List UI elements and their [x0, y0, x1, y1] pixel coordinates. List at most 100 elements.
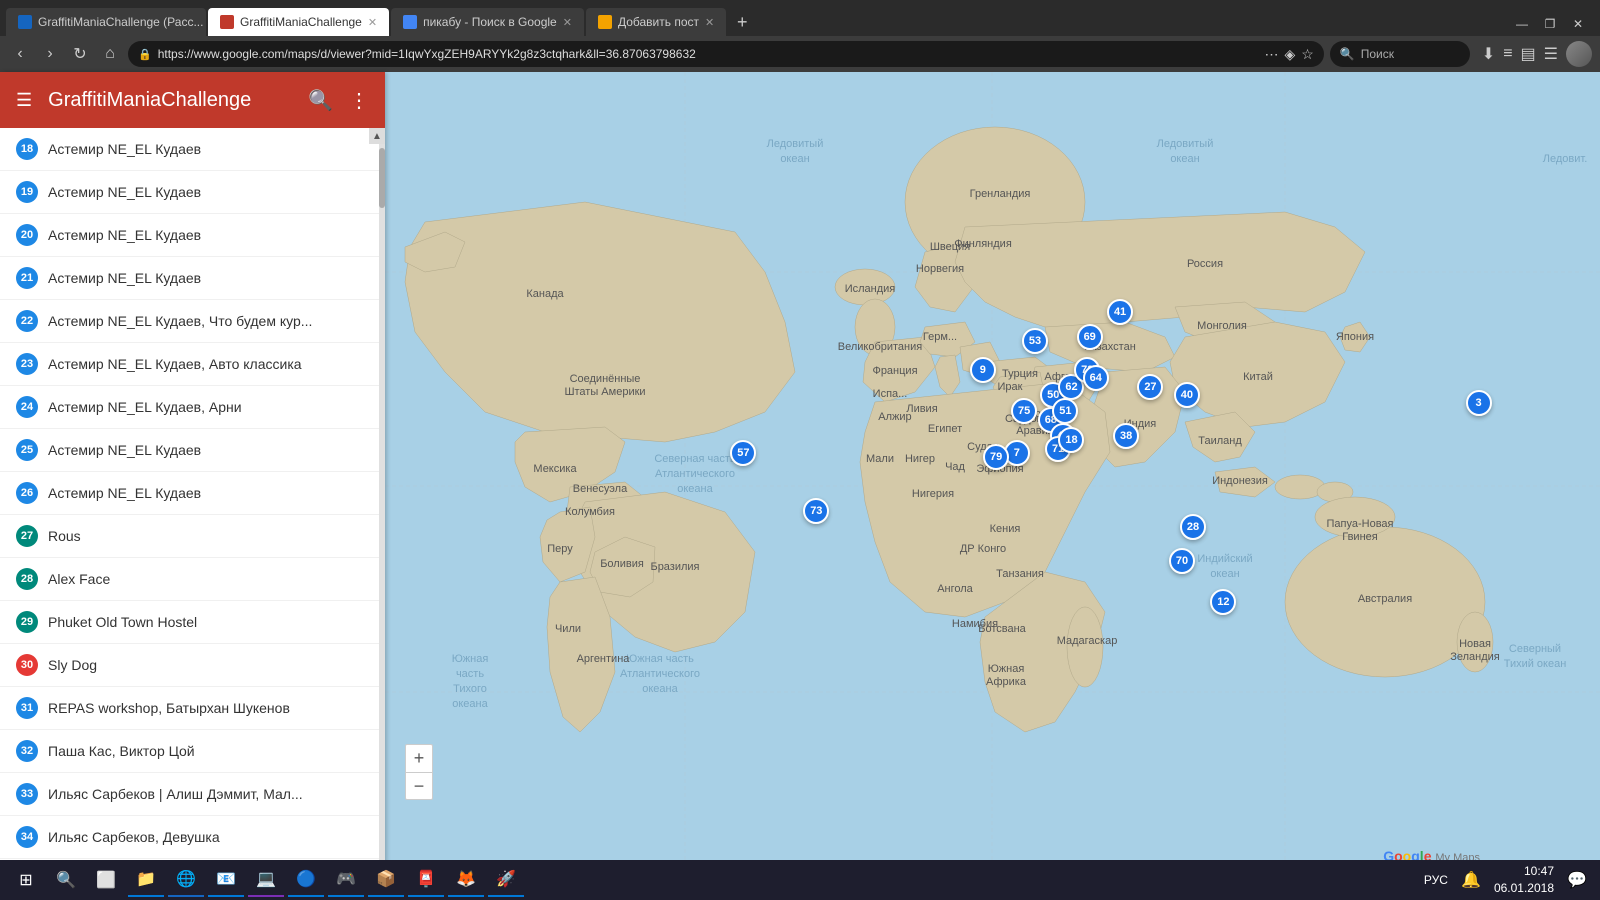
zoom-out-button[interactable]: −: [405, 772, 433, 800]
algeria-label: Алжир: [878, 411, 911, 423]
app-10[interactable]: 🚀: [488, 863, 524, 897]
minimize-button[interactable]: —: [1510, 12, 1534, 36]
cluster-27[interactable]: 27: [1137, 374, 1163, 400]
angola-label: Ангола: [937, 583, 973, 595]
visual-studio[interactable]: 💻: [248, 863, 284, 897]
cluster-9[interactable]: 9: [970, 357, 996, 383]
cluster-79[interactable]: 79: [983, 444, 1009, 470]
item-number: 31: [16, 697, 38, 719]
more-btn[interactable]: ⋯: [1264, 46, 1278, 63]
download-icon[interactable]: ⬇: [1482, 44, 1495, 64]
menu-icon[interactable]: ☰: [1544, 44, 1558, 64]
start-button[interactable]: ⊞: [8, 862, 44, 898]
tab-2-favicon: [220, 15, 234, 29]
hamburger-icon[interactable]: ☰: [16, 90, 32, 111]
list-item[interactable]: 27 Rous: [0, 515, 385, 558]
cluster-40[interactable]: 40: [1174, 382, 1200, 408]
cluster-70[interactable]: 70: [1169, 548, 1195, 574]
user-avatar[interactable]: [1566, 41, 1592, 67]
new-tab-button[interactable]: +: [728, 8, 756, 36]
list-item[interactable]: 30 Sly Dog: [0, 644, 385, 687]
search-box[interactable]: 🔍 Поиск: [1330, 41, 1470, 67]
tab-bar: GraffitiManiaChallenge (Расс... ✕ Graffi…: [0, 0, 1600, 36]
app-7[interactable]: 📦: [368, 863, 404, 897]
cluster-51[interactable]: 51: [1052, 398, 1078, 424]
list-item[interactable]: 20 Астемир NE_EL Кудаев: [0, 214, 385, 257]
drcongo-label: ДР Конго: [960, 543, 1006, 555]
item-number: 29: [16, 611, 38, 633]
list-item[interactable]: 29 Phuket Old Town Hostel: [0, 601, 385, 644]
action-center[interactable]: 💬: [1562, 865, 1592, 895]
nigeria-label: Нигерия: [912, 488, 954, 500]
firefox-app[interactable]: 🦊: [448, 863, 484, 897]
cluster-75[interactable]: 75: [1011, 398, 1037, 424]
list-item[interactable]: 18 Астемир NE_EL Кудаев: [0, 128, 385, 171]
turkey-label: Турция: [1002, 368, 1038, 380]
list-item[interactable]: 19 Астемир NE_EL Кудаев: [0, 171, 385, 214]
list-item[interactable]: 25 Астемир NE_EL Кудаев: [0, 429, 385, 472]
scrollbar-thumb[interactable]: [379, 148, 385, 208]
bookmark-btn[interactable]: ☆: [1301, 46, 1314, 63]
pocket-btn[interactable]: ◈: [1284, 46, 1295, 63]
search-taskbar[interactable]: 🔍: [48, 862, 84, 898]
tab-2[interactable]: GraffitiManiaChallenge ✕: [208, 8, 389, 36]
cluster-3[interactable]: 3: [1466, 390, 1492, 416]
tab-4-close[interactable]: ✕: [705, 16, 714, 29]
list-item[interactable]: 32 Паша Кас, Виктор Цой: [0, 730, 385, 773]
close-button[interactable]: ✕: [1566, 12, 1590, 36]
cluster-38[interactable]: 38: [1113, 423, 1139, 449]
tab-2-close[interactable]: ✕: [368, 16, 377, 29]
app-8[interactable]: 📮: [408, 863, 444, 897]
list-item[interactable]: 28 Alex Face: [0, 558, 385, 601]
mexico-label: Мексика: [533, 463, 577, 475]
cluster-18[interactable]: 18: [1058, 427, 1084, 453]
item-text: Астемир NE_EL Кудаев: [48, 442, 201, 458]
zoom-in-button[interactable]: +: [405, 744, 433, 772]
list-item[interactable]: 24 Астемир NE_EL Кудаев, Арни: [0, 386, 385, 429]
more-header-icon[interactable]: ⋮: [349, 88, 369, 113]
sidebar-toggle[interactable]: ▤: [1521, 44, 1536, 64]
back-button[interactable]: ‹: [8, 42, 32, 66]
tab-4[interactable]: Добавить пост ✕: [586, 8, 726, 36]
spain-label: Испа...: [873, 388, 908, 400]
cluster-41[interactable]: 41: [1107, 299, 1133, 325]
cluster-64[interactable]: 64: [1083, 365, 1109, 391]
scroll-up-arrow[interactable]: ▲: [369, 128, 385, 144]
mail-app[interactable]: 📧: [208, 863, 244, 897]
reading-icon[interactable]: ≡: [1503, 45, 1512, 63]
task-view[interactable]: ⬜: [88, 862, 124, 898]
indian-ocean-label2: океан: [1210, 568, 1239, 580]
app-6[interactable]: 🎮: [328, 863, 364, 897]
cluster-69[interactable]: 69: [1077, 324, 1103, 350]
address-bar[interactable]: 🔒 https://www.google.com/maps/d/viewer?m…: [128, 41, 1324, 67]
forward-button[interactable]: ›: [38, 42, 62, 66]
file-explorer[interactable]: 📁: [128, 863, 164, 897]
botswana-label: Ботсвана: [978, 623, 1026, 635]
item-number: 32: [16, 740, 38, 762]
item-number: 19: [16, 181, 38, 203]
tab-1[interactable]: GraffitiManiaChallenge (Расс... ✕: [6, 8, 206, 36]
cluster-57[interactable]: 57: [730, 440, 756, 466]
nz-label2: Зеландия: [1450, 651, 1500, 663]
tab-3[interactable]: пикабу - Поиск в Google ✕: [391, 8, 584, 36]
list-item[interactable]: 21 Астемир NE_EL Кудаев: [0, 257, 385, 300]
list-item[interactable]: 33 Ильяс Сарбеков | Алиш Дэммит, Мал...: [0, 773, 385, 816]
cluster-12[interactable]: 12: [1210, 589, 1236, 615]
tab-3-close[interactable]: ✕: [563, 16, 572, 29]
app-5[interactable]: 🔵: [288, 863, 324, 897]
reload-button[interactable]: ↻: [68, 42, 92, 66]
restore-button[interactable]: ❐: [1538, 12, 1562, 36]
notification-icon[interactable]: 🔔: [1456, 865, 1486, 895]
edge-browser[interactable]: 🌐: [168, 863, 204, 897]
search-header-icon[interactable]: 🔍: [308, 88, 333, 113]
list-item[interactable]: 31 REPAS workshop, Батырхан Шукенов: [0, 687, 385, 730]
list-item[interactable]: 26 Астемир NE_EL Кудаев: [0, 472, 385, 515]
cluster-73[interactable]: 73: [803, 498, 829, 524]
cluster-53[interactable]: 53: [1022, 328, 1048, 354]
cluster-28[interactable]: 28: [1180, 514, 1206, 540]
home-button[interactable]: ⌂: [98, 42, 122, 66]
list-item[interactable]: 34 Ильяс Сарбеков, Девушка: [0, 816, 385, 859]
egypt-label: Египет: [928, 423, 962, 435]
list-item[interactable]: 23 Астемир NE_EL Кудаев, Авто классика: [0, 343, 385, 386]
list-item[interactable]: 22 Астемир NE_EL Кудаев, Что будем кур..…: [0, 300, 385, 343]
